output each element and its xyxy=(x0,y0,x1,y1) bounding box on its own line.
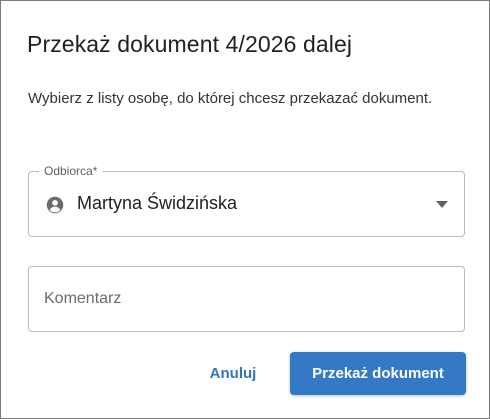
person-circle-icon xyxy=(46,196,64,214)
recipient-value: Martyna Świdzińska xyxy=(77,193,238,213)
forward-document-button[interactable]: Przekaż dokument xyxy=(290,352,466,395)
forward-document-dialog: Przekaż dokument 4/2026 dalej Wybierz z … xyxy=(0,0,490,419)
recipient-label: Odbiorca* xyxy=(39,163,103,179)
recipient-select[interactable]: Odbiorca* Martyna Świdzińska xyxy=(28,163,465,237)
dialog-description: Wybierz z listy osobę, do której chcesz … xyxy=(28,90,433,107)
dialog-title: Przekaż dokument 4/2026 dalej xyxy=(27,31,353,57)
cancel-button[interactable]: Anuluj xyxy=(197,353,269,393)
arrow-drop-down-icon[interactable] xyxy=(436,201,448,208)
comment-input[interactable] xyxy=(28,266,465,332)
